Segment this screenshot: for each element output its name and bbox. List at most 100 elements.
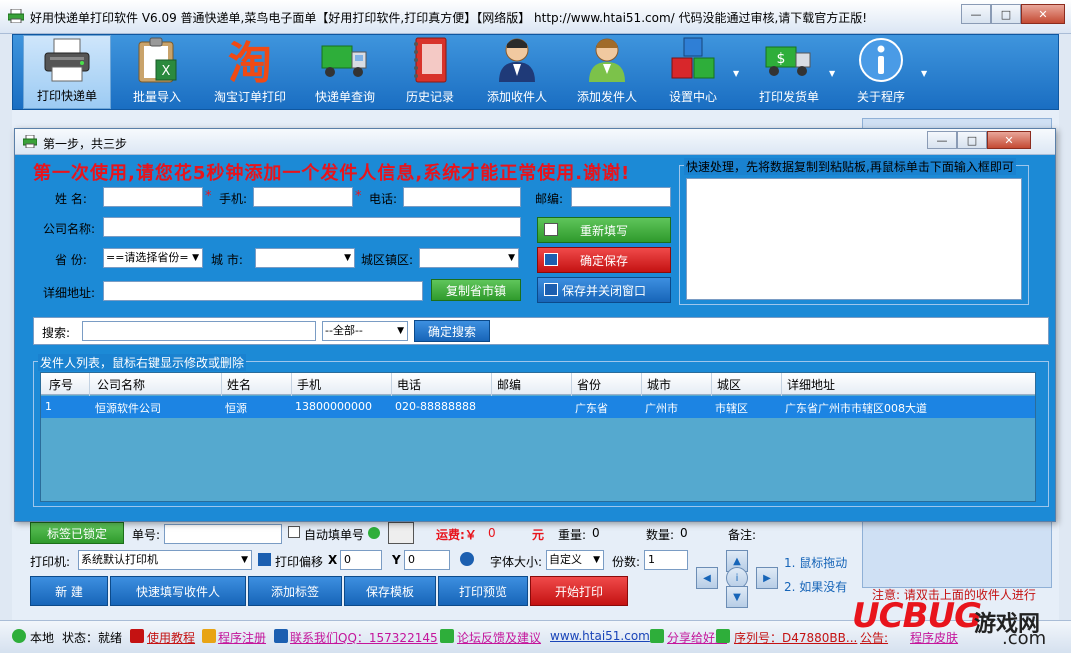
toolbar-add-sender[interactable]: 添加发件人 xyxy=(565,35,649,109)
column-header[interactable]: 姓名 xyxy=(227,376,251,393)
toolbar-label: 打印发货单 xyxy=(758,90,819,104)
help-icon[interactable] xyxy=(368,527,380,539)
freight-value[interactable]: 0 xyxy=(488,526,496,540)
chevron-down-icon: ▼ xyxy=(344,253,351,263)
city-select[interactable]: ▼ xyxy=(255,248,355,268)
dropdown-arrow-icon[interactable]: ▼ xyxy=(829,69,835,78)
sender-table: 序号 公司名称 姓名 手机 电话 邮编 省份 城市 城区 详细地址 1 恒源软件… xyxy=(40,372,1036,502)
quantity-value[interactable]: 0 xyxy=(680,526,688,540)
contact-qq-link[interactable]: 联系我们QQ：157322145 xyxy=(290,629,438,646)
toolbar-waybill-query[interactable]: 快递单查询 xyxy=(303,35,387,109)
search-filter-select[interactable]: --全部-- ▼ xyxy=(322,321,408,341)
info-small-icon[interactable] xyxy=(460,552,474,566)
toolbar-batch-import[interactable]: X 批量导入 xyxy=(117,35,197,109)
save-disk-icon xyxy=(544,253,558,266)
copies-stepper[interactable]: 1 xyxy=(644,550,688,570)
toolbar-taobao-print[interactable]: 淘 淘宝订单打印 xyxy=(205,35,295,109)
quick-paste-textarea[interactable] xyxy=(686,178,1022,300)
address-label: 详细地址: xyxy=(43,286,96,300)
copy-province-city-button[interactable]: 复制省市镇 xyxy=(431,279,521,301)
move-right-button[interactable]: ▶ xyxy=(756,567,778,589)
save-template-button[interactable]: 保存模板 xyxy=(344,576,436,606)
maximize-button[interactable]: □ xyxy=(991,4,1021,24)
qq-icon xyxy=(274,629,288,643)
quantity-label: 数量: xyxy=(646,528,675,542)
dialog-close-button[interactable]: ✕ xyxy=(987,131,1031,149)
toolbar-history[interactable]: 历史记录 xyxy=(393,35,467,109)
close-button[interactable]: ✕ xyxy=(1021,4,1065,24)
toolbar-print-invoice[interactable]: $ 打印发货单 xyxy=(747,35,831,109)
table-row[interactable]: 1 恒源软件公司 恒源 13800000000 020-88888888 广东省… xyxy=(41,396,1035,418)
district-select[interactable]: ▼ xyxy=(419,248,519,268)
order-no-field[interactable] xyxy=(164,524,282,544)
add-label-button[interactable]: 添加标签 xyxy=(248,576,342,606)
mobile-field[interactable] xyxy=(253,187,353,207)
confirm-search-button[interactable]: 确定搜索 xyxy=(414,320,490,342)
forum-link[interactable]: 论坛反馈及建议 xyxy=(457,629,541,646)
register-link[interactable]: 程序注册 xyxy=(218,629,266,646)
refill-button[interactable]: 重新填写 xyxy=(537,217,671,243)
toolbar-about[interactable]: 关于程序 xyxy=(843,35,919,109)
move-down-button[interactable]: ▼ xyxy=(726,586,748,608)
column-header[interactable]: 省份 xyxy=(577,376,601,393)
province-select[interactable]: ==请选择省份= ▼ xyxy=(103,248,203,268)
info-icon xyxy=(856,35,906,84)
barcode-icon[interactable] xyxy=(388,522,414,544)
table-cell: 恒源 xyxy=(225,402,247,415)
new-button[interactable]: 新 建 xyxy=(30,576,108,606)
column-header[interactable]: 城区 xyxy=(717,376,741,393)
column-header[interactable]: 公司名称 xyxy=(97,376,145,393)
name-field[interactable] xyxy=(103,187,203,207)
column-header[interactable]: 电话 xyxy=(397,376,421,393)
dropdown-arrow-icon[interactable]: ▼ xyxy=(733,69,739,78)
toolbar-label: 打印快递单 xyxy=(36,89,97,103)
column-header[interactable]: 手机 xyxy=(297,376,321,393)
save-close-button[interactable]: 保存并关闭窗口 xyxy=(537,277,671,303)
table-cell: 恒源软件公司 xyxy=(95,402,161,415)
search-input[interactable] xyxy=(82,321,316,341)
table-cell: 1 xyxy=(45,400,52,413)
window-titlebar: 好用快递单打印软件 V6.09 普通快递单,菜鸟电子面单【好用打印软件,打印真方… xyxy=(0,0,1071,34)
weight-value[interactable]: 0 xyxy=(592,526,600,540)
app-printer-icon xyxy=(7,8,25,24)
label-locked-button[interactable]: 标签已锁定 xyxy=(30,522,124,544)
dialog-printer-icon xyxy=(22,134,38,149)
quick-fill-receiver-button[interactable]: 快速填写收件人 xyxy=(110,576,246,606)
start-print-button[interactable]: 开始打印 xyxy=(530,576,628,606)
website-link[interactable]: www.htai51.com xyxy=(550,629,650,643)
column-header[interactable]: 序号 xyxy=(49,376,73,393)
confirm-save-button[interactable]: 确定保存 xyxy=(537,247,671,273)
dialog-maximize-button[interactable]: □ xyxy=(957,131,987,149)
notebook-icon xyxy=(405,35,455,84)
column-header[interactable]: 邮编 xyxy=(497,376,521,393)
serial-number[interactable]: 序列号：D47880BB... xyxy=(734,629,857,646)
tutorial-link[interactable]: 使用教程 xyxy=(147,629,195,646)
move-left-button[interactable]: ◀ xyxy=(696,567,718,589)
printer-select[interactable]: 系统默认打印机 ▼ xyxy=(78,550,252,570)
status-state: 状态：就绪 xyxy=(62,631,123,645)
zip-field[interactable] xyxy=(571,187,671,207)
column-header[interactable]: 详细地址 xyxy=(787,376,835,393)
address-field[interactable] xyxy=(103,281,423,301)
toolbar-settings[interactable]: 设置中心 xyxy=(655,35,731,109)
window-controls: — □ ✕ xyxy=(961,4,1065,24)
auto-fill-checkbox[interactable] xyxy=(288,526,300,538)
font-size-select[interactable]: 自定义 ▼ xyxy=(546,550,604,570)
offset-y-field[interactable]: 0 xyxy=(404,550,450,570)
watermark-brand: UCBUG xyxy=(852,596,982,636)
toolbar-print-waybill[interactable]: 打印快递单 xyxy=(23,35,111,109)
offset-x-field[interactable]: 0 xyxy=(340,550,382,570)
toolbar-label: 历史记录 xyxy=(405,90,454,104)
dropdown-arrow-icon[interactable]: ▼ xyxy=(921,69,927,78)
toolbar-add-receiver[interactable]: 添加收件人 xyxy=(475,35,559,109)
save-close-label: 保存并关闭窗口 xyxy=(561,283,646,298)
table-cell: 市辖区 xyxy=(715,402,748,415)
company-field[interactable] xyxy=(103,217,521,237)
dialog-minimize-button[interactable]: — xyxy=(927,131,957,149)
print-preview-button[interactable]: 打印预览 xyxy=(438,576,528,606)
column-header[interactable]: 城市 xyxy=(647,376,671,393)
minimize-button[interactable]: — xyxy=(961,4,991,24)
chevron-down-icon: ▼ xyxy=(192,253,199,263)
city-label: 城 市: xyxy=(211,253,243,267)
phone-field[interactable] xyxy=(403,187,521,207)
